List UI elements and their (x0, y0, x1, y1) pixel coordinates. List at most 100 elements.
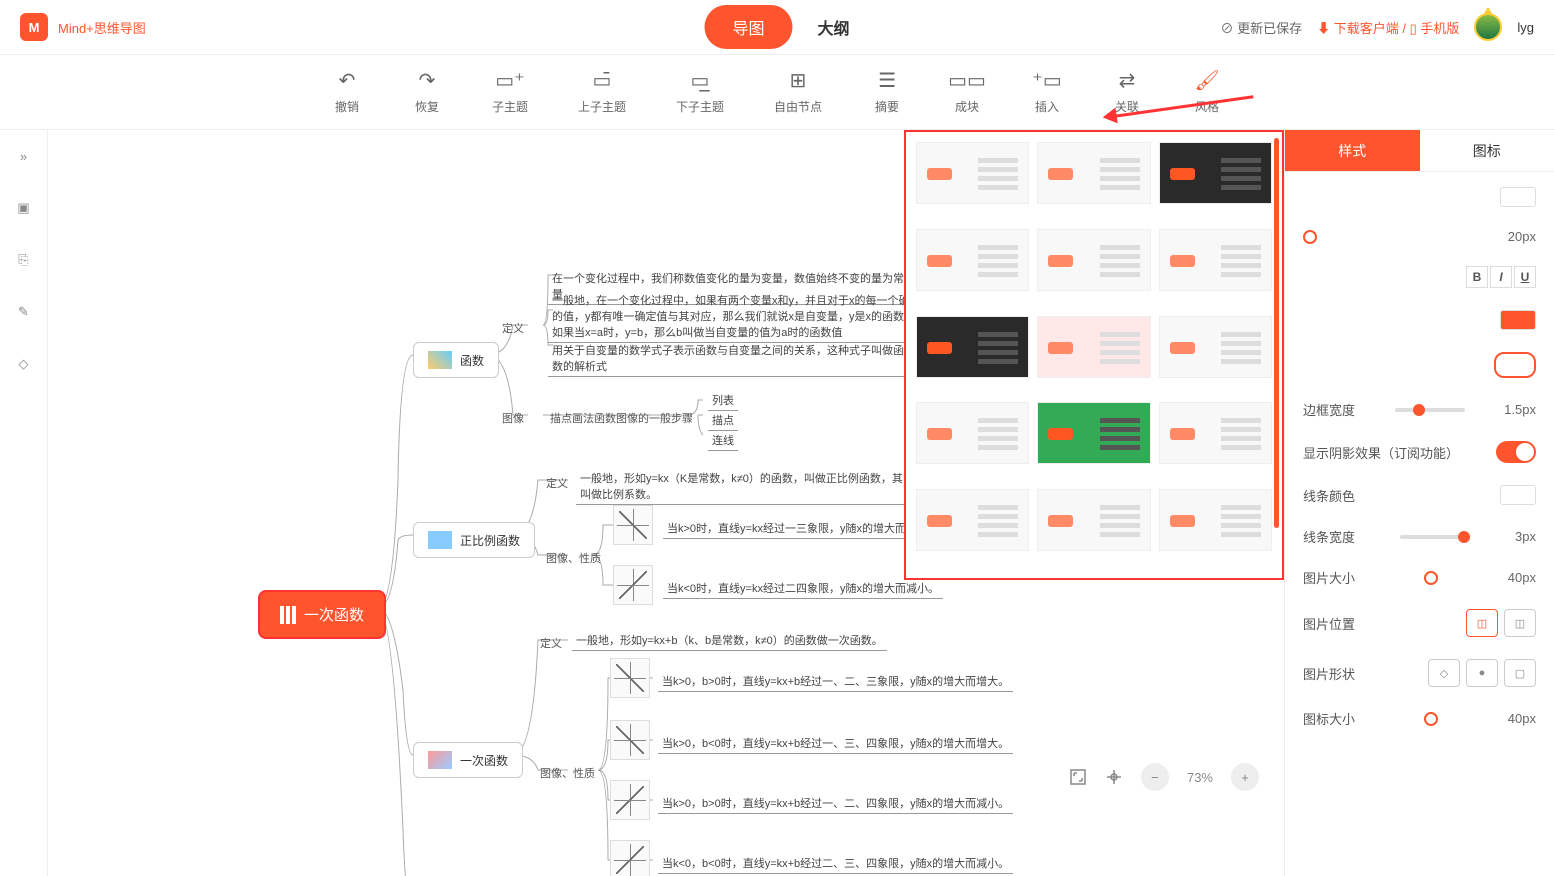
redo-button[interactable]: ↷恢复 (412, 70, 442, 115)
zoom-level: 73% (1187, 770, 1213, 785)
note-icon[interactable]: ✎ (13, 301, 35, 323)
prev-subtopic-icon: ▭̄ (587, 70, 617, 92)
canvas[interactable]: 一次函数 函数 定义 图像 在一个变化过程中，我们称数值变化的量为变量，数值始终… (48, 130, 1284, 876)
theme-thumb[interactable] (1037, 489, 1150, 551)
bold-button[interactable]: B (1466, 266, 1488, 288)
step-item[interactable]: 列表 (708, 390, 738, 411)
right-panel: 样式 图标 20px B I U (1284, 130, 1554, 876)
sub-definition[interactable]: 定义 (500, 318, 526, 338)
tab-mindmap[interactable]: 导图 (704, 5, 792, 49)
expand-icon[interactable]: » (13, 145, 35, 167)
theme-thumb[interactable] (1037, 229, 1150, 291)
leaf-text[interactable]: 一般地，形如y=kx+b（k、b是常数，k≠0）的函数做一次函数。 (572, 630, 887, 651)
graph-thumb[interactable] (610, 658, 650, 701)
graph-thumb[interactable] (610, 720, 650, 763)
branch-linear[interactable]: 一次函数 (413, 742, 523, 778)
graph-thumb[interactable] (610, 840, 650, 876)
graph-thumb[interactable] (610, 780, 650, 823)
theme-thumb[interactable] (1037, 402, 1150, 464)
tab-style[interactable]: 样式 (1285, 130, 1420, 171)
line-width-slider[interactable] (1400, 535, 1470, 539)
subtopic-button[interactable]: ▭⁺子主题 (492, 70, 528, 115)
shadow-toggle[interactable] (1496, 441, 1536, 463)
undo-button[interactable]: ↶撤销 (332, 70, 362, 115)
export-icon[interactable]: ⎘ (13, 249, 35, 271)
theme-thumb[interactable] (1159, 489, 1272, 551)
shape-button[interactable] (1494, 352, 1536, 378)
next-subtopic-button[interactable]: ▭̲下子主题 (676, 70, 724, 115)
img-pos-left[interactable]: ◫ (1466, 609, 1498, 637)
block-button[interactable]: ▭▭成块 (952, 70, 982, 115)
theme-thumb[interactable] (1159, 142, 1272, 204)
theme-thumb[interactable] (916, 142, 1029, 204)
leaf-text[interactable]: 当k>0，b<0时，直线y=kx+b经过一、三、四象限，y随x的增大而增大。 (658, 733, 1013, 754)
diamond-icon[interactable]: ◇ (13, 353, 35, 375)
tab-icon[interactable]: 图标 (1420, 130, 1554, 171)
zoom-in-button[interactable]: + (1231, 763, 1259, 791)
theme-thumb[interactable] (1037, 316, 1150, 378)
leaf-text[interactable]: 当k>0时，直线y=kx经过一三象限，y随x的增大而增大。 (663, 518, 943, 539)
free-node-icon: ⊞ (783, 70, 813, 92)
zoom-out-button[interactable]: − (1141, 763, 1169, 791)
theme-thumb[interactable] (916, 489, 1029, 551)
theme-thumb[interactable] (916, 229, 1029, 291)
graph-thumb[interactable] (613, 565, 653, 608)
insert-button[interactable]: ⁺▭插入 (1032, 70, 1062, 115)
leaf-text[interactable]: 当k>0，b>0时，直线y=kx+b经过一、二、四象限，y随x的增大而减小。 (658, 793, 1013, 814)
avatar-icon[interactable] (1474, 13, 1502, 41)
step-item[interactable]: 连线 (708, 430, 738, 451)
theme-thumb[interactable] (916, 402, 1029, 464)
calc-icon (428, 531, 452, 549)
theme-thumb[interactable] (916, 316, 1029, 378)
radio-icon[interactable] (1303, 230, 1317, 244)
free-node-button[interactable]: ⊞自由节点 (774, 70, 822, 115)
theme-thumb[interactable] (1159, 316, 1272, 378)
underline-button[interactable]: U (1514, 266, 1536, 288)
radio-icon[interactable] (1424, 571, 1438, 585)
style-gallery-popup (904, 130, 1284, 580)
subtopic-icon: ▭⁺ (495, 70, 525, 92)
line-color-swatch[interactable] (1500, 485, 1536, 505)
graph-thumb[interactable] (613, 505, 653, 548)
img-shape-diamond[interactable]: ◇ (1428, 659, 1460, 687)
sub-definition[interactable]: 定义 (544, 473, 570, 493)
img-pos-right[interactable]: ◫ (1504, 609, 1536, 637)
theme-thumb[interactable] (1159, 402, 1272, 464)
italic-button[interactable]: I (1490, 266, 1512, 288)
summary-button[interactable]: ☰摘要 (872, 70, 902, 115)
locate-icon[interactable] (1105, 768, 1123, 786)
image-icon[interactable]: ▣ (13, 197, 35, 219)
prev-subtopic-button[interactable]: ▭̄上子主题 (578, 70, 626, 115)
radio-icon[interactable] (1424, 712, 1438, 726)
download-link[interactable]: ⬇ 下载客户端 / ▯ 手机版 (1317, 18, 1459, 37)
root-node[interactable]: 一次函数 (258, 590, 386, 639)
tab-outline[interactable]: 大纲 (818, 15, 850, 39)
img-shape-square[interactable]: ▢ (1504, 659, 1536, 687)
block-icon: ▭▭ (952, 70, 982, 92)
sub-property[interactable]: 图像、性质 (544, 548, 603, 568)
theme-thumb[interactable] (1159, 229, 1272, 291)
img-shape-circle[interactable]: ● (1466, 659, 1498, 687)
fullscreen-icon[interactable] (1069, 768, 1087, 786)
branch-function[interactable]: 函数 (413, 342, 499, 378)
style-button[interactable]: 🖌风格 (1192, 70, 1222, 115)
leaf-text[interactable]: 当k<0，b<0时，直线y=kx+b经过二、三、四象限，y随x的增大而减小。 (658, 853, 1013, 874)
sub-property[interactable]: 图像、性质 (538, 763, 597, 783)
theme-thumb[interactable] (1037, 142, 1150, 204)
prop-shadow: 显示阴影效果（订阅功能） (1303, 441, 1536, 463)
books-icon (280, 606, 296, 624)
fill-color-swatch[interactable] (1500, 310, 1536, 330)
branch-proportional[interactable]: 正比例函数 (413, 522, 535, 558)
sub-definition[interactable]: 定义 (538, 633, 564, 653)
leaf-text[interactable]: 一般地，在一个变化过程中，如果有两个变量x和y，并且对于x的每一个确定的值，y都… (548, 290, 928, 343)
leaf-text[interactable]: 当k>0，b>0时，直线y=kx+b经过一、二、三象限，y随x的增大而增大。 (658, 671, 1013, 692)
leaf-text[interactable]: 当k<0时，直线y=kx经过二四象限，y随x的增大而减小。 (663, 578, 943, 599)
leaf-text[interactable]: 用关于自变量的数学式子表示函数与自变量之间的关系，这种式子叫做函数的解析式 (548, 340, 908, 377)
color-swatch[interactable] (1500, 187, 1536, 207)
step-item[interactable]: 描点 (708, 410, 738, 431)
relation-button[interactable]: ⇄关联 (1112, 70, 1142, 115)
sub-image[interactable]: 图像 (500, 408, 526, 428)
steps-label[interactable]: 描点画法函数图像的一般步骤 (548, 408, 695, 428)
border-width-slider[interactable] (1395, 408, 1465, 412)
leaf-text[interactable]: 一般地，形如y=kx（K是常数，k≠0）的函数，叫做正比例函数，其中K叫做比例系… (576, 468, 936, 505)
